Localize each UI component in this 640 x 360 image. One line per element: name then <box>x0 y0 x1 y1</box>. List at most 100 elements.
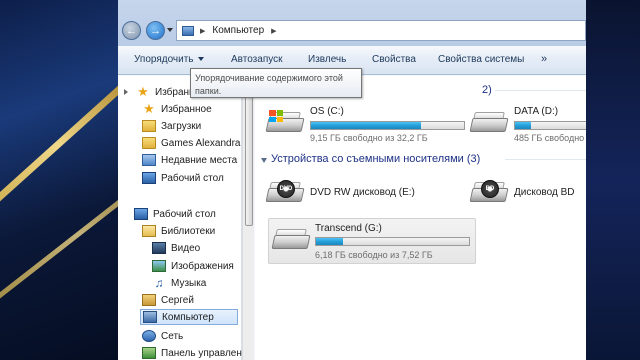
usb-drive-icon <box>271 227 311 253</box>
sidebar-item-label: Избранное <box>161 103 212 115</box>
properties-button[interactable]: Свойства <box>372 54 416 65</box>
address-bar[interactable]: ▶ Компьютер ▶ <box>176 20 586 41</box>
music-note-icon: ♫ <box>154 276 164 290</box>
sidebar-item-label: Рабочий стол <box>153 208 216 220</box>
more-commands-button[interactable]: » <box>541 53 547 65</box>
sidebar-item-label: Музыка <box>171 277 207 289</box>
drive-free-space: 9,15 ГБ свободно из 32,2 ГБ <box>310 133 428 143</box>
dvd-drive-icon: DVD <box>265 180 305 206</box>
sidebar-item-label: Библиотеки <box>161 225 216 237</box>
sidebar-item-label: Недавние места <box>161 154 238 166</box>
recent-places-icon <box>142 154 156 166</box>
sidebar-item-games-alexandra[interactable]: Games Alexandra <box>142 135 241 151</box>
images-library-icon <box>152 260 166 272</box>
star-icon: ★ <box>137 84 149 99</box>
desktop-background-left <box>0 0 118 360</box>
hard-drives-group-header[interactable]: 2) <box>482 84 492 96</box>
organize-label: Упорядочить <box>134 54 194 65</box>
drive-name: DATA (D:) <box>514 106 559 117</box>
sidebar-item-user[interactable]: Сергей <box>142 292 194 308</box>
recent-pages-dropdown-icon[interactable] <box>167 28 173 32</box>
tooltip: Упорядочивание содержимого этой папки. <box>190 68 362 98</box>
sidebar-item-label: Games Alexandra <box>161 137 241 149</box>
libraries-icon <box>142 225 156 237</box>
eject-button[interactable]: Извлечь <box>308 54 346 65</box>
sidebar-item-downloads[interactable]: Загрузки <box>142 118 201 134</box>
dvd-badge-icon: DVD <box>277 180 295 198</box>
back-button[interactable]: ← <box>122 21 141 40</box>
drive-d[interactable]: DATA (D:) 485 ГБ свободно <box>467 102 586 146</box>
sidebar-item-label: Сеть <box>161 330 184 342</box>
sidebar-item-control-panel[interactable]: Панель управлен <box>142 345 242 360</box>
sidebar-item-favorites[interactable]: ★ Избранное <box>142 101 212 117</box>
group-divider <box>505 159 586 160</box>
navigation-pane-scrollbar[interactable] <box>242 76 254 360</box>
sidebar-item-libraries[interactable]: Библиотеки <box>142 223 215 239</box>
video-library-icon <box>152 242 166 254</box>
computer-icon <box>143 311 157 323</box>
computer-address-icon <box>182 25 194 36</box>
group-divider <box>495 90 586 91</box>
bd-drive-icon: BD <box>469 180 509 206</box>
arrow-left-icon: ← <box>126 24 137 37</box>
system-properties-button[interactable]: Свойства системы <box>438 54 524 65</box>
sidebar-item-label: Рабочий стол <box>161 172 224 184</box>
sidebar-item-label: Сергей <box>161 294 194 306</box>
drive-name: DVD RW дисковод (E:) <box>310 187 415 198</box>
drive-usage-bar <box>315 237 470 246</box>
sidebar-item-network[interactable]: Сеть <box>142 328 183 344</box>
sidebar-item-desktop-favorite[interactable]: Рабочий стол <box>142 170 224 186</box>
collapse-group-icon[interactable] <box>261 158 267 163</box>
sidebar-item-music[interactable]: ♫ Музыка <box>152 275 207 291</box>
sidebar-item-label: Загрузки <box>161 120 202 132</box>
control-panel-icon <box>142 347 156 359</box>
dropdown-caret-icon <box>197 57 204 62</box>
hard-drive-icon <box>265 110 305 136</box>
star-icon: ★ <box>143 101 155 116</box>
user-folder-icon <box>142 294 156 306</box>
sidebar-item-label: Видео <box>171 242 201 254</box>
forward-button[interactable]: → <box>146 21 165 40</box>
breadcrumb-separator-icon[interactable]: ▶ <box>200 27 205 35</box>
sidebar-item-recent-places[interactable]: Недавние места <box>142 152 237 168</box>
breadcrumb-separator-icon[interactable]: ▶ <box>271 27 276 35</box>
drive-name: Дисковод BD <box>514 187 575 198</box>
folder-icon <box>142 137 156 149</box>
breadcrumb-computer[interactable]: Компьютер <box>212 25 264 36</box>
drive-name: Transcend (G:) <box>315 223 382 234</box>
drive-free-space: 6,18 ГБ свободно из 7,52 ГБ <box>315 250 433 260</box>
expand-arrow-icon[interactable] <box>124 89 128 95</box>
explorer-window: ← → ▶ Компьютер ▶ Упорядочить Автозапуск… <box>118 0 586 360</box>
desktop-icon <box>134 208 148 220</box>
network-icon <box>142 330 156 342</box>
drive-usage-bar <box>514 121 586 130</box>
drive-f[interactable]: BD Дисковод BD <box>467 172 586 216</box>
drive-e[interactable]: DVD DVD RW дисковод (E:) <box>263 172 463 216</box>
drive-free-space: 485 ГБ свободно <box>514 133 585 143</box>
sidebar-item-video[interactable]: Видео <box>152 240 200 256</box>
drive-g[interactable]: Transcend (G:) 6,18 ГБ свободно из 7,52 … <box>268 218 476 264</box>
screen: ← → ▶ Компьютер ▶ Упорядочить Автозапуск… <box>0 0 640 360</box>
wallpaper-stripe <box>0 76 118 216</box>
scrollbar-thumb[interactable] <box>245 86 253 226</box>
organize-button[interactable]: Упорядочить <box>134 54 204 65</box>
sidebar-item-images[interactable]: Изображения <box>152 258 234 274</box>
drive-c[interactable]: OS (C:) 9,15 ГБ свободно из 32,2 ГБ <box>263 102 465 146</box>
drive-usage-fill <box>316 238 344 245</box>
drive-usage-bar <box>310 121 465 130</box>
autorun-button[interactable]: Автозапуск <box>231 54 283 65</box>
navigation-pane: ★ Избранное ★ Избранное Загрузки Games A… <box>118 76 242 360</box>
sidebar-item-computer[interactable]: Компьютер <box>140 309 238 325</box>
window-frame: ← → ▶ Компьютер ▶ <box>118 0 586 46</box>
bd-badge-icon: BD <box>481 180 499 198</box>
hard-drive-icon <box>469 110 509 136</box>
drive-name: OS (C:) <box>310 106 344 117</box>
file-list-pane: 2) OS (C:) 9,15 ГБ свободно из 32,2 ГБ D… <box>255 76 586 360</box>
arrow-right-icon: → <box>150 24 161 37</box>
downloads-folder-icon <box>142 120 156 132</box>
drive-usage-fill <box>311 122 421 129</box>
desktop-background-right <box>586 0 640 360</box>
sidebar-item-label: Панель управлен <box>161 347 242 359</box>
sidebar-item-desktop[interactable]: Рабочий стол <box>134 206 216 222</box>
removable-drives-group-header[interactable]: Устройства со съемными носителями (3) <box>271 153 480 165</box>
